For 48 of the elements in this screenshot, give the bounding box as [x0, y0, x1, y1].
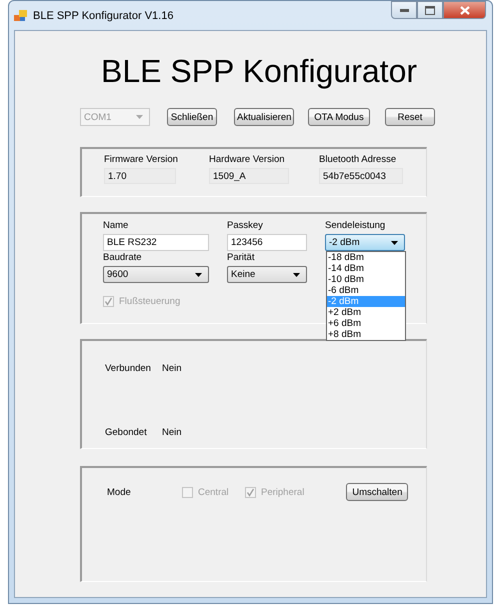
- dropdown-option[interactable]: -18 dBm: [327, 252, 405, 263]
- app-heading: BLE SPP Konfigurator: [100, 52, 418, 91]
- caret-icon: [195, 272, 202, 276]
- toolbar-button[interactable]: OTA Modus: [308, 108, 370, 126]
- status-value: Nein: [162, 363, 182, 374]
- maximize-button[interactable]: [417, 1, 443, 19]
- mode-label: Mode: [107, 486, 132, 498]
- field-label: Hardware Version: [209, 154, 286, 166]
- checkbox-label: Flußsteuerung: [119, 296, 180, 307]
- field-label: Passkey: [227, 220, 264, 232]
- toolbar-button[interactable]: Aktualisieren: [234, 108, 294, 126]
- dropdown-option[interactable]: +6 dBm: [327, 318, 405, 329]
- field-label: Parität: [227, 252, 256, 264]
- readonly-field: 1.70: [104, 168, 176, 184]
- caret-icon: [293, 272, 300, 276]
- minimize-icon: [400, 8, 408, 12]
- dropdown-option[interactable]: +2 dBm: [327, 307, 405, 318]
- readonly-field: 1509_A: [209, 168, 289, 184]
- checkbox-label: Central: [198, 486, 229, 498]
- dropdown-option[interactable]: -10 dBm: [327, 274, 405, 285]
- caret-icon: [136, 115, 143, 119]
- power-dropdown[interactable]: -2 dBm: [325, 234, 405, 251]
- field-label: Baudrate: [103, 252, 143, 264]
- maximize-icon: [425, 6, 435, 14]
- minimize-button[interactable]: [391, 1, 417, 19]
- baudrate-dropdown[interactable]: 9600: [103, 266, 209, 283]
- dropdown-option[interactable]: -6 dBm: [327, 285, 405, 296]
- parity-dropdown[interactable]: Keine: [227, 266, 307, 283]
- dropdown-option[interactable]: -14 dBm: [327, 263, 405, 274]
- toolbar-button[interactable]: Schließen: [167, 108, 217, 126]
- app-icon: [14, 10, 28, 22]
- readonly-field: 54b7e55c0043: [319, 168, 403, 184]
- caret-icon: [391, 240, 398, 244]
- close-button[interactable]: [443, 1, 486, 19]
- field-label: Sendeleistung: [325, 220, 386, 232]
- name-input[interactable]: BLE RS232: [103, 234, 209, 251]
- field-label: Name: [103, 220, 130, 232]
- close-icon: [460, 6, 470, 14]
- field-label: Firmware Version: [104, 154, 179, 166]
- status-label: Verbunden: [105, 363, 152, 374]
- window-title: BLE SPP Konfigurator V1.16: [33, 10, 174, 22]
- status-label: Gebondet: [105, 427, 148, 438]
- field-label: Bluetooth Adresse: [319, 154, 398, 166]
- status-value: Nein: [162, 427, 182, 438]
- toolbar-button[interactable]: Reset: [385, 108, 435, 126]
- checkbox-label: Peripheral: [261, 486, 304, 498]
- passkey-input[interactable]: 123456: [227, 234, 307, 251]
- dropdown-option[interactable]: +8 dBm: [327, 329, 405, 340]
